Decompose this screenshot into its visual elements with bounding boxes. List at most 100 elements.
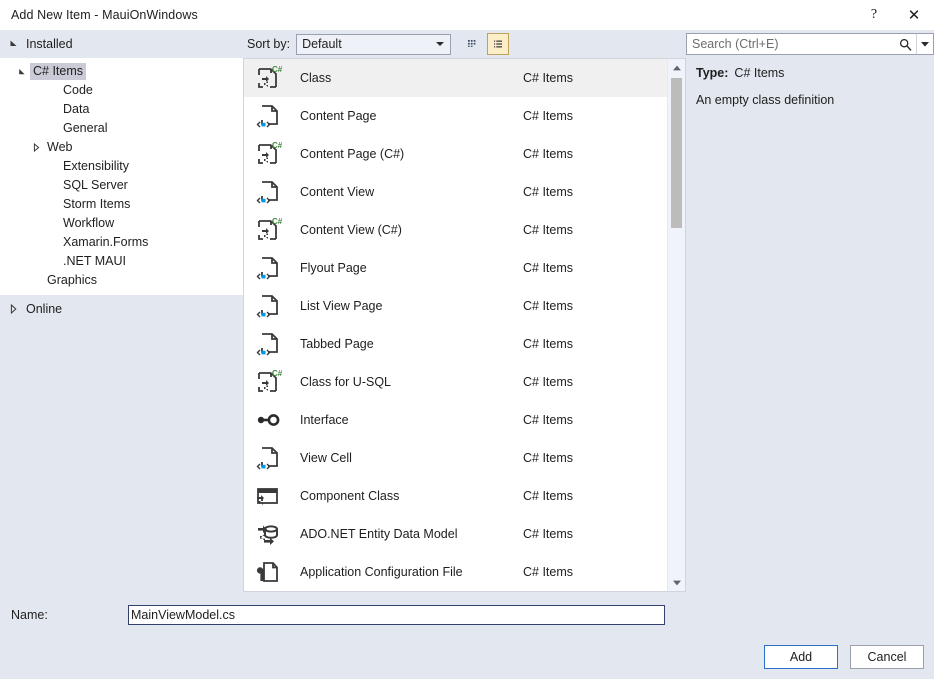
- list-item[interactable]: ADO.NET Entity Data Model C# Items: [244, 515, 667, 553]
- list-item-name: Tabbed Page: [300, 337, 374, 351]
- xaml-page-icon: [252, 328, 284, 360]
- tree-item-code[interactable]: Code: [0, 81, 243, 100]
- window-controls: ? ✕: [854, 0, 934, 30]
- list-item[interactable]: Component Class C# Items: [244, 477, 667, 515]
- name-input[interactable]: [128, 605, 665, 625]
- scrollbar-thumb[interactable]: [671, 78, 682, 228]
- csharp-class-icon: C#: [252, 138, 284, 170]
- tree-item-extensibility[interactable]: Extensibility: [0, 157, 243, 176]
- list-item-name: Content Page: [300, 109, 377, 123]
- list-item-name: Application Configuration File: [300, 565, 463, 579]
- online-label: Online: [26, 302, 63, 316]
- sort-by-label: Sort by:: [247, 37, 291, 51]
- list-item-name: Interface: [300, 413, 349, 427]
- templates-scrollbar[interactable]: [667, 59, 685, 591]
- tree-item-label: Extensibility: [63, 159, 129, 173]
- tree-item-data[interactable]: Data: [0, 100, 243, 119]
- tree-item-label: General: [63, 121, 108, 135]
- chevron-down-icon[interactable]: [14, 67, 30, 76]
- tree-item-label: Web: [47, 140, 73, 154]
- tree-item-sql-server[interactable]: SQL Server: [0, 176, 243, 195]
- templates-pane: C# Class C# Items Content Page C# Items …: [243, 58, 686, 592]
- installed-section-header[interactable]: Installed: [0, 30, 243, 58]
- scroll-up-icon[interactable]: [668, 59, 685, 76]
- name-label: Name:: [11, 608, 48, 622]
- chevron-down-icon: [436, 42, 445, 46]
- templates-list-frame: C# Class C# Items Content Page C# Items …: [243, 58, 686, 592]
- list-item-category: C# Items: [523, 71, 574, 85]
- xaml-page-icon: [252, 100, 284, 132]
- list-item[interactable]: C# Class for U-SQL C# Items: [244, 363, 667, 401]
- tree-item-graphics[interactable]: Graphics: [0, 271, 243, 290]
- tree-item-label: .NET MAUI: [63, 254, 126, 268]
- list-item-category: C# Items: [523, 185, 574, 199]
- dialog-title: Add New Item - MauiOnWindows: [11, 8, 198, 22]
- list-item[interactable]: Flyout Page C# Items: [244, 249, 667, 287]
- tree-item-storm-items[interactable]: Storm Items: [0, 195, 243, 214]
- list-item[interactable]: Application Configuration File C# Items: [244, 553, 667, 591]
- interface-icon: [252, 404, 284, 436]
- view-mode-buttons: [461, 33, 510, 55]
- list-item[interactable]: Interface C# Items: [244, 401, 667, 439]
- list-item-name: Component Class: [300, 489, 400, 503]
- xaml-page-icon: [252, 442, 284, 474]
- list-item[interactable]: Tabbed Page C# Items: [244, 325, 667, 363]
- tree-item-workflow[interactable]: Workflow: [0, 214, 243, 233]
- dialog-footer: Name: Add Cancel: [0, 592, 934, 679]
- list-item[interactable]: List View Page C# Items: [244, 287, 667, 325]
- list-item[interactable]: C# Class C# Items: [244, 59, 667, 97]
- detail-type-label: Type:: [696, 66, 729, 80]
- list-item[interactable]: Content Page C# Items: [244, 97, 667, 135]
- list-item-name: Class: [300, 71, 332, 85]
- component-class-icon: [252, 480, 284, 512]
- online-section-header[interactable]: Online: [0, 295, 243, 323]
- svg-text:C#: C#: [272, 141, 282, 150]
- close-icon[interactable]: ✕: [894, 0, 934, 30]
- installed-label: Installed: [26, 37, 73, 51]
- tree-item-general[interactable]: General: [0, 119, 243, 138]
- chevron-right-icon[interactable]: [9, 304, 18, 314]
- medium-icons-view-icon[interactable]: [461, 33, 483, 55]
- list-item[interactable]: Content View C# Items: [244, 173, 667, 211]
- tree-item-label: Xamarin.Forms: [63, 235, 149, 249]
- xaml-page-icon: [252, 252, 284, 284]
- list-item-name: Flyout Page: [300, 261, 367, 275]
- scroll-down-icon[interactable]: [668, 574, 685, 591]
- chevron-right-icon[interactable]: [28, 143, 44, 152]
- search-box[interactable]: [686, 33, 934, 55]
- list-item-category: C# Items: [523, 109, 574, 123]
- list-item-category: C# Items: [523, 413, 574, 427]
- entity-data-model-icon: [252, 518, 284, 550]
- search-options-chevron-down-icon[interactable]: [916, 34, 933, 54]
- tree-item-label: Storm Items: [63, 197, 131, 211]
- sort-by-dropdown[interactable]: Default: [296, 33, 452, 55]
- tree-item-label: Workflow: [63, 216, 115, 230]
- list-item[interactable]: C# Content View (C#) C# Items: [244, 211, 667, 249]
- list-item[interactable]: C# Content Page (C#) C# Items: [244, 135, 667, 173]
- xaml-page-icon: [252, 176, 284, 208]
- csharp-class-icon: C#: [252, 214, 284, 246]
- help-button[interactable]: ?: [854, 0, 894, 30]
- cancel-button[interactable]: Cancel: [850, 645, 924, 669]
- tree-item-csharp-items[interactable]: C# Items: [0, 62, 243, 81]
- list-item-category: C# Items: [523, 565, 574, 579]
- tree-item-web[interactable]: Web: [0, 138, 243, 157]
- tree-item-label: C# Items: [30, 63, 87, 80]
- details-pane: Type: C# Items An empty class definition: [686, 58, 934, 592]
- list-item-category: C# Items: [523, 337, 574, 351]
- dialog-toolbar: Installed Sort by: Default: [0, 30, 934, 58]
- tree-item-xamarin-forms[interactable]: Xamarin.Forms: [0, 233, 243, 252]
- add-button[interactable]: Add: [764, 645, 838, 669]
- csharp-class-icon: C#: [252, 366, 284, 398]
- tree-item-label: SQL Server: [63, 178, 128, 192]
- chevron-down-icon: [9, 37, 19, 51]
- search-input[interactable]: [687, 33, 894, 55]
- tree-item-label: Graphics: [47, 273, 98, 287]
- title-bar: Add New Item - MauiOnWindows ? ✕: [0, 0, 934, 30]
- category-tree: C# Items Code Data General Web Extensibi…: [0, 58, 243, 295]
- list-view-icon[interactable]: [487, 33, 510, 55]
- list-item[interactable]: View Cell C# Items: [244, 439, 667, 477]
- csharp-class-icon: C#: [252, 62, 284, 94]
- search-icon[interactable]: [894, 34, 916, 54]
- tree-item-net-maui[interactable]: .NET MAUI: [0, 252, 243, 271]
